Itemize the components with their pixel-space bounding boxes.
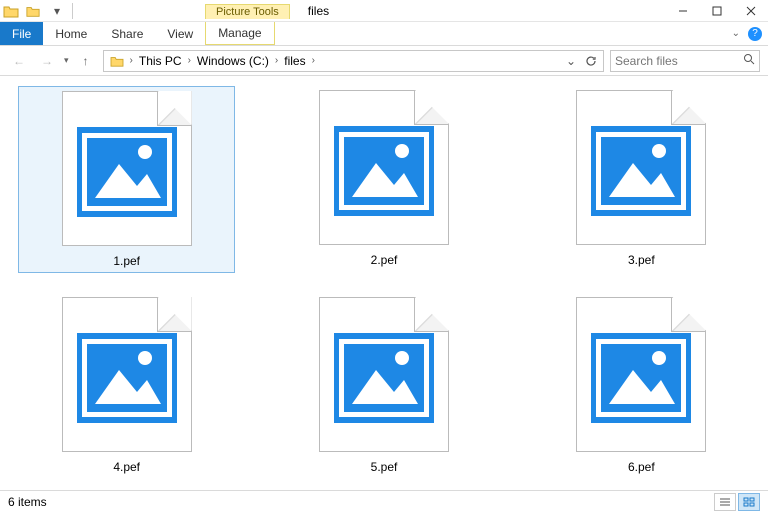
folder-icon bbox=[108, 52, 126, 70]
file-item[interactable]: 4.pef bbox=[18, 293, 235, 478]
search-icon[interactable] bbox=[743, 53, 755, 68]
window-title: files bbox=[308, 4, 329, 18]
tab-file[interactable]: File bbox=[0, 22, 43, 45]
file-item[interactable]: 5.pef bbox=[275, 293, 492, 478]
tab-view[interactable]: View bbox=[155, 22, 205, 45]
breadcrumb[interactable]: Windows (C:) bbox=[193, 54, 273, 68]
file-item[interactable]: 1.pef bbox=[18, 86, 235, 273]
details-view-button[interactable] bbox=[714, 493, 736, 511]
file-name: 1.pef bbox=[113, 254, 140, 268]
navigation-bar: ← → ▾ ↑ › This PC › Windows (C:) › files… bbox=[0, 46, 768, 76]
help-icon[interactable]: ? bbox=[748, 27, 762, 41]
page-fold-icon bbox=[414, 91, 448, 125]
search-box[interactable] bbox=[610, 50, 760, 72]
forward-button[interactable]: → bbox=[36, 50, 58, 72]
qat-customize-button[interactable]: ▾ bbox=[46, 1, 68, 21]
chevron-right-icon[interactable]: › bbox=[128, 55, 135, 66]
large-icons-view-button[interactable] bbox=[738, 493, 760, 511]
picture-tools-label: Picture Tools bbox=[205, 4, 290, 19]
breadcrumb[interactable]: files bbox=[280, 54, 309, 68]
page-fold-icon bbox=[157, 92, 191, 126]
search-input[interactable] bbox=[615, 54, 743, 68]
file-name: 4.pef bbox=[113, 460, 140, 474]
tab-home[interactable]: Home bbox=[43, 22, 99, 45]
window-controls bbox=[666, 0, 768, 22]
maximize-button[interactable] bbox=[700, 0, 734, 22]
chevron-right-icon[interactable]: › bbox=[186, 55, 193, 66]
file-thumbnail bbox=[62, 91, 192, 246]
file-thumbnail bbox=[319, 90, 449, 245]
ribbon-tabs: File Home Share View Manage ⌄ ? bbox=[0, 22, 768, 46]
quick-access-toolbar: ▾ bbox=[0, 1, 77, 21]
qat-properties-button[interactable] bbox=[22, 1, 44, 21]
file-item[interactable]: 3.pef bbox=[533, 86, 750, 273]
item-count: 6 items bbox=[8, 495, 47, 509]
title-bar: ▾ Picture Tools files bbox=[0, 0, 768, 22]
file-thumbnail bbox=[576, 297, 706, 452]
address-bar[interactable]: › This PC › Windows (C:) › files › ⌄ bbox=[103, 50, 604, 72]
page-fold-icon bbox=[671, 91, 705, 125]
expand-ribbon-button[interactable]: ⌄ bbox=[732, 28, 740, 39]
breadcrumb[interactable]: This PC bbox=[135, 54, 186, 68]
page-fold-icon bbox=[414, 298, 448, 332]
file-item[interactable]: 2.pef bbox=[275, 86, 492, 273]
address-history-button[interactable]: ⌄ bbox=[561, 51, 581, 71]
chevron-right-icon[interactable]: › bbox=[273, 55, 280, 66]
separator bbox=[72, 3, 73, 19]
back-button[interactable]: ← bbox=[8, 50, 30, 72]
minimize-button[interactable] bbox=[666, 0, 700, 22]
status-bar: 6 items bbox=[0, 490, 768, 512]
recent-locations-button[interactable]: ▾ bbox=[64, 55, 69, 66]
file-name: 6.pef bbox=[628, 460, 655, 474]
tab-share[interactable]: Share bbox=[99, 22, 155, 45]
file-name: 5.pef bbox=[371, 460, 398, 474]
page-fold-icon bbox=[671, 298, 705, 332]
chevron-right-icon[interactable]: › bbox=[310, 55, 317, 66]
file-list[interactable]: 1.pef 2.pef 3.pef 4.pef 5.pef bbox=[0, 76, 768, 490]
page-fold-icon bbox=[157, 298, 191, 332]
file-thumbnail bbox=[319, 297, 449, 452]
file-item[interactable]: 6.pef bbox=[533, 293, 750, 478]
file-name: 2.pef bbox=[371, 253, 398, 267]
app-icon[interactable] bbox=[2, 2, 20, 20]
contextual-tab-header: Picture Tools bbox=[205, 4, 290, 18]
close-button[interactable] bbox=[734, 0, 768, 22]
refresh-button[interactable] bbox=[581, 51, 601, 71]
file-name: 3.pef bbox=[628, 253, 655, 267]
up-button[interactable]: ↑ bbox=[75, 50, 97, 72]
tab-manage[interactable]: Manage bbox=[205, 22, 274, 45]
file-thumbnail bbox=[576, 90, 706, 245]
file-thumbnail bbox=[62, 297, 192, 452]
